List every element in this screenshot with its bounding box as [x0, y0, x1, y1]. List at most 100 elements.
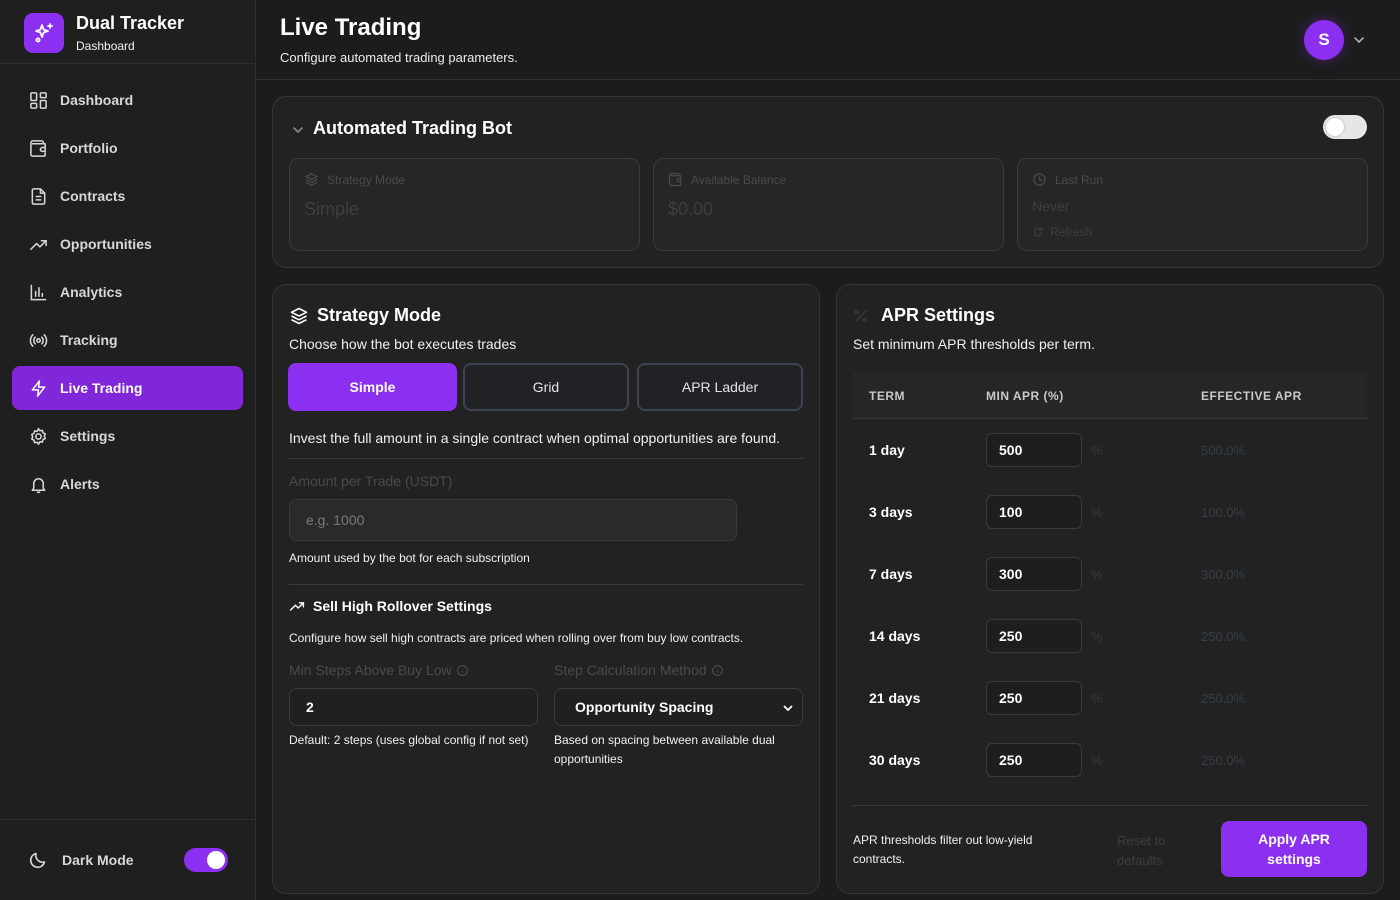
sidebar: Dual Tracker Dashboard Dashboard Portfol… [0, 0, 256, 900]
apr-title-text: APR Settings [881, 305, 996, 325]
available-balance-stat: Available Balance $0.00 [653, 158, 1004, 251]
min-apr-input[interactable]: 250 [986, 681, 1082, 715]
mode-grid-button[interactable]: Grid [463, 363, 629, 411]
table-row: 1 day 500 % 500.0% [853, 419, 1367, 481]
lightning-icon [28, 378, 48, 398]
term-cell: 7 days [869, 566, 913, 582]
table-row: 14 days 250 % 250.0% [853, 605, 1367, 667]
stat-value: Simple [304, 199, 360, 219]
sidebar-item-label: Opportunities [60, 236, 152, 252]
chevron-down-icon[interactable] [1352, 33, 1366, 47]
min-apr-input[interactable]: 250 [986, 619, 1082, 653]
table-header: TERM MIN APR (%) EFFECTIVE APR [853, 371, 1367, 419]
column-header-min-apr: MIN APR (%) [986, 389, 1064, 403]
trading-bot-card: Automated Trading Bot Strategy Mode Simp… [272, 96, 1384, 268]
sidebar-item-tracking[interactable]: Tracking [12, 318, 243, 362]
bot-enable-toggle[interactable] [1323, 115, 1367, 139]
strategy-subtitle: Choose how the bot executes trades [289, 336, 517, 352]
sidebar-nav: Dashboard Portfolio Contracts Opportunit… [12, 78, 243, 510]
page-subtitle: Configure automated trading parameters. [280, 50, 518, 65]
layout-grid-icon [28, 90, 48, 110]
info-icon[interactable] [711, 664, 724, 677]
column-header-effective-apr: EFFECTIVE APR [1201, 389, 1302, 403]
sidebar-divider [0, 63, 256, 64]
dark-mode-toggle[interactable] [184, 848, 228, 872]
term-cell: 3 days [869, 504, 913, 520]
divider [289, 458, 803, 459]
amount-label: Amount per Trade (USDT) [289, 473, 453, 489]
layers-icon [289, 306, 309, 326]
table-row: 3 days 100 % 100.0% [853, 481, 1367, 543]
percent-unit: % [1091, 443, 1103, 458]
percent-icon [853, 308, 869, 324]
trending-up-icon [289, 598, 305, 614]
min-steps-input[interactable]: 2 [289, 688, 538, 726]
sidebar-item-live-trading[interactable]: Live Trading [12, 366, 243, 410]
apr-subtitle: Set minimum APR thresholds per term. [853, 336, 1095, 352]
sidebar-item-opportunities[interactable]: Opportunities [12, 222, 243, 266]
sidebar-item-analytics[interactable]: Analytics [12, 270, 243, 314]
amount-helper: Amount used by the bot for each subscrip… [289, 551, 530, 565]
chevron-down-icon [782, 702, 794, 714]
avatar[interactable]: S [1304, 20, 1344, 60]
stat-value: Never [1032, 198, 1070, 214]
sidebar-item-alerts[interactable]: Alerts [12, 462, 243, 506]
min-apr-input[interactable]: 500 [986, 433, 1082, 467]
sidebar-item-label: Tracking [60, 332, 118, 348]
mode-apr-ladder-button[interactable]: APR Ladder [637, 363, 803, 411]
sidebar-divider [0, 819, 256, 820]
min-steps-label: Min Steps Above Buy Low [289, 662, 469, 678]
layers-icon [304, 172, 319, 187]
sidebar-item-dashboard[interactable]: Dashboard [12, 78, 243, 122]
brand[interactable]: Dual Tracker Dashboard [24, 13, 184, 53]
refresh-button[interactable]: Refresh [1032, 225, 1092, 239]
step-method-select[interactable]: Opportunity Spacing [554, 688, 803, 726]
min-apr-input[interactable]: 100 [986, 495, 1082, 529]
sidebar-item-label: Analytics [60, 284, 123, 300]
clock-icon [1032, 172, 1047, 187]
chevron-down-icon[interactable] [291, 123, 305, 137]
page-title: Live Trading [280, 14, 422, 41]
mode-simple-button[interactable]: Simple [288, 363, 457, 411]
sparkles-icon [24, 13, 64, 53]
percent-unit: % [1091, 753, 1103, 768]
table-row: 7 days 300 % 300.0% [853, 543, 1367, 605]
method-label: Step Calculation Method [554, 662, 724, 678]
sidebar-item-contracts[interactable]: Contracts [12, 174, 243, 218]
effective-apr-cell: 250.0% [1201, 691, 1246, 706]
table-row: 30 days 250 % 250.0% [853, 729, 1367, 791]
page-header: Live Trading Configure automated trading… [256, 0, 1400, 80]
brand-subtitle: Dashboard [76, 39, 135, 53]
stat-value: $0.00 [668, 199, 714, 219]
bar-chart-icon [28, 282, 48, 302]
apply-apr-button[interactable]: Apply APR settings [1221, 821, 1367, 877]
apr-note: APR thresholds filter out low-yield cont… [853, 833, 1033, 866]
moon-icon [28, 850, 48, 870]
gear-icon [28, 426, 48, 446]
info-icon[interactable] [456, 664, 469, 677]
effective-apr-cell: 250.0% [1201, 629, 1246, 644]
wallet-icon [668, 172, 683, 187]
broadcast-icon [28, 330, 48, 350]
min-apr-input[interactable]: 250 [986, 743, 1082, 777]
min-apr-input[interactable]: 300 [986, 557, 1082, 591]
percent-unit: % [1091, 505, 1103, 520]
apr-table: TERM MIN APR (%) EFFECTIVE APR 1 day 500… [853, 371, 1367, 791]
term-cell: 14 days [869, 628, 921, 644]
stat-label: Available Balance [691, 172, 787, 187]
dark-mode-row: Dark Mode [28, 847, 228, 873]
document-icon [28, 186, 48, 206]
reset-defaults-button[interactable]: Reset to defaults [1117, 831, 1187, 871]
strategy-mode-stat: Strategy Mode Simple [289, 158, 640, 251]
effective-apr-cell: 500.0% [1201, 443, 1246, 458]
bell-icon [28, 474, 48, 494]
wallet-icon [28, 138, 48, 158]
rollover-title: Sell High Rollover Settings [289, 598, 492, 614]
divider [289, 584, 803, 585]
strategy-title: Strategy Mode [289, 305, 441, 326]
refresh-label: Refresh [1050, 225, 1093, 239]
amount-input[interactable] [289, 499, 737, 541]
stat-label: Strategy Mode [327, 172, 406, 187]
sidebar-item-settings[interactable]: Settings [12, 414, 243, 458]
sidebar-item-portfolio[interactable]: Portfolio [12, 126, 243, 170]
